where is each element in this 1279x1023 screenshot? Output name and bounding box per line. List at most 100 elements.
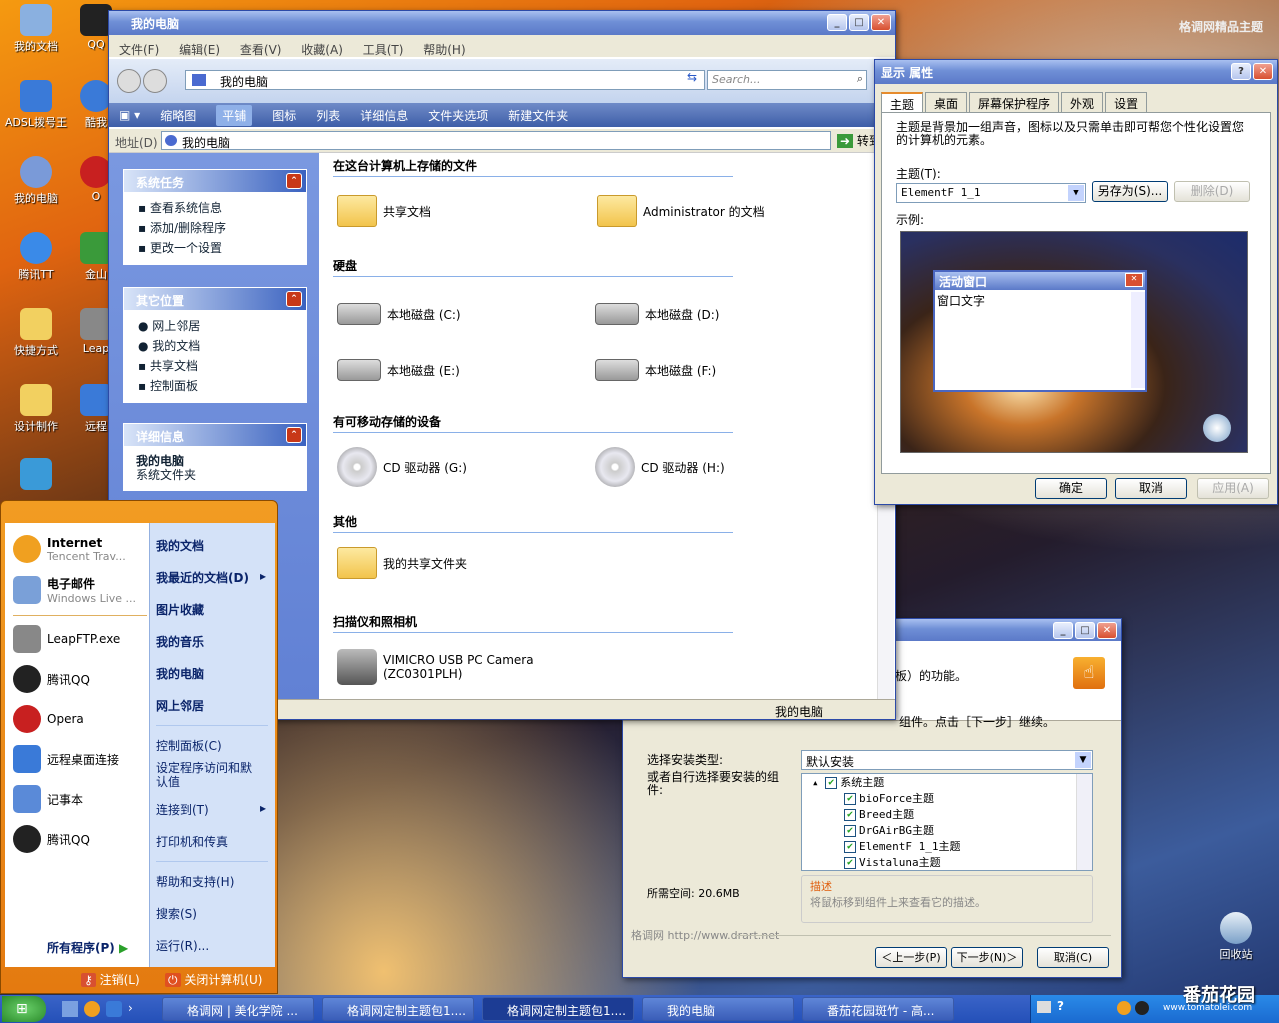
- save-as-button[interactable]: 另存为(S)...: [1092, 181, 1168, 202]
- tree-item[interactable]: ✔ DrGAirBG主题: [812, 823, 1092, 839]
- search-input[interactable]: Search... ⌕: [707, 70, 867, 90]
- recent-opera[interactable]: Opera: [13, 705, 84, 733]
- install-type-select[interactable]: 默认安装 ▼: [801, 750, 1093, 770]
- maximize-button[interactable]: □: [849, 14, 869, 31]
- sm-help[interactable]: 帮助和支持(H): [156, 873, 234, 890]
- menu-tools[interactable]: 工具(T): [363, 43, 404, 57]
- menu-file[interactable]: 文件(F): [119, 43, 159, 57]
- component-tree[interactable]: ▴ ✔ 系统主题 ✔ bioForce主题 ✔ Breed主题 ✔ DrGAirBG主题…: [801, 773, 1093, 871]
- desktop-icon-recycle-bin[interactable]: 回收站: [1200, 912, 1272, 962]
- checkbox-icon[interactable]: ✔: [844, 825, 856, 837]
- browser-icon[interactable]: [84, 1001, 100, 1017]
- pinned-email[interactable]: 电子邮件 Windows Live ...: [13, 575, 136, 605]
- toolbar-details[interactable]: 详细信息: [360, 107, 408, 124]
- recent-qq[interactable]: 腾讯QQ: [13, 665, 90, 693]
- item-camera[interactable]: VIMICRO USB PC Camera (ZC0301PLH): [337, 649, 534, 685]
- shield-icon[interactable]: [106, 1001, 122, 1017]
- tree-item[interactable]: ✔ ElementF 1_1主题: [812, 839, 1092, 855]
- collapse-icon[interactable]: ⌃: [286, 173, 302, 189]
- pinned-internet[interactable]: Internet Tencent Trav...: [13, 535, 126, 563]
- checkbox-icon[interactable]: ✔: [844, 857, 856, 869]
- desktop-icon-adsl[interactable]: ADSL拨号王: [0, 80, 72, 130]
- shutdown-button[interactable]: ⏻ 关闭计算机(U): [165, 971, 262, 988]
- menu-edit[interactable]: 编辑(E): [179, 43, 220, 57]
- theme-select[interactable]: ElementF 1_1 ▼: [896, 183, 1086, 203]
- back-button[interactable]: ＜上一步(P): [875, 947, 947, 968]
- taskbar-button-1[interactable]: 格调网 | 美化学院 ...: [162, 997, 314, 1021]
- toolbar-tiles[interactable]: 平铺: [216, 104, 253, 126]
- recent-remote-desktop[interactable]: 远程桌面连接: [13, 745, 119, 773]
- sm-my-documents[interactable]: 我的文档: [156, 537, 204, 554]
- help-button[interactable]: ?: [1231, 63, 1251, 80]
- task-change-setting[interactable]: ▪ 更改一个设置: [138, 238, 306, 258]
- place-control-panel[interactable]: ▪ 控制面板: [138, 376, 306, 396]
- collapse-icon[interactable]: ⌃: [286, 427, 302, 443]
- recent-leapftp[interactable]: LeapFTP.exe: [13, 625, 120, 653]
- chevron-right-icon[interactable]: ›: [128, 1001, 133, 1017]
- taskbar-button-4[interactable]: 我的电脑: [642, 997, 794, 1021]
- toolbar-new-folder[interactable]: 新建文件夹: [508, 107, 568, 124]
- item-cd-g[interactable]: CD 驱动器 (G:): [337, 447, 467, 487]
- minimize-button[interactable]: _: [1053, 622, 1073, 639]
- sm-recent-documents[interactable]: 我最近的文档(D) ▸: [156, 569, 266, 586]
- item-disk-d[interactable]: 本地磁盘 (D:): [595, 303, 719, 325]
- desktop-icon-my-documents[interactable]: 我的文档: [0, 4, 72, 54]
- sm-program-access[interactable]: 设定程序访问和默认值: [156, 761, 260, 789]
- logoff-button[interactable]: ⚷ 注销(L): [81, 971, 140, 988]
- tree-item[interactable]: ✔ Vistaluna主题: [812, 855, 1092, 871]
- recent-notepad[interactable]: 记事本: [13, 785, 83, 813]
- toolbar-list[interactable]: 列表: [316, 107, 340, 124]
- sm-pictures[interactable]: 图片收藏: [156, 601, 204, 618]
- task-view-system-info[interactable]: ▪ 查看系统信息: [138, 198, 306, 218]
- desktop-icon-my-computer[interactable]: 我的电脑: [0, 156, 72, 206]
- start-button[interactable]: ⊞: [2, 996, 46, 1022]
- installer-cancel-button[interactable]: 取消(C): [1037, 947, 1109, 968]
- address-input[interactable]: 我的电脑: [161, 131, 831, 150]
- close-button[interactable]: ✕: [871, 14, 891, 31]
- forward-arrow-icon[interactable]: [143, 69, 167, 93]
- sm-music[interactable]: 我的音乐: [156, 633, 204, 650]
- details-header[interactable]: 详细信息 ⌃: [124, 424, 306, 446]
- taskbar-button-2[interactable]: 格调网定制主题包1....: [322, 997, 474, 1021]
- item-disk-c[interactable]: 本地磁盘 (C:): [337, 303, 461, 325]
- sm-search[interactable]: 搜索(S): [156, 905, 197, 922]
- show-desktop-icon[interactable]: [62, 1001, 78, 1017]
- toolbar-folder-options[interactable]: 文件夹选项: [428, 107, 488, 124]
- view-menu-icon[interactable]: ▣ ▾: [119, 108, 140, 122]
- sm-control-panel[interactable]: 控制面板(C): [156, 737, 222, 754]
- item-shared-docs[interactable]: 共享文档: [337, 195, 431, 227]
- all-programs[interactable]: 所有程序(P) ▶: [47, 939, 128, 956]
- tree-item[interactable]: ✔ bioForce主题: [812, 791, 1092, 807]
- other-places-header[interactable]: 其它位置 ⌃: [124, 288, 306, 310]
- tree-scrollbar[interactable]: [1076, 774, 1092, 870]
- toolbar-icons[interactable]: 图标: [272, 107, 296, 124]
- checkbox-icon[interactable]: ✔: [844, 841, 856, 853]
- menu-favorites[interactable]: 收藏(A): [301, 43, 343, 57]
- breadcrumb[interactable]: 我的电脑: [185, 70, 705, 90]
- checkbox-icon[interactable]: ✔: [844, 793, 856, 805]
- menu-view[interactable]: 查看(V): [240, 43, 282, 57]
- tree-root[interactable]: ▴ ✔ 系统主题: [812, 775, 1092, 791]
- penguin-icon[interactable]: [1135, 1001, 1149, 1015]
- next-button[interactable]: 下一步(N)＞: [951, 947, 1023, 968]
- browser-icon[interactable]: [1117, 1001, 1131, 1015]
- place-network[interactable]: ● 网上邻居: [138, 316, 306, 336]
- collapse-icon[interactable]: ⌃: [286, 291, 302, 307]
- back-arrow-icon[interactable]: [117, 69, 141, 93]
- item-disk-e[interactable]: 本地磁盘 (E:): [337, 359, 460, 381]
- tree-item[interactable]: ✔ Breed主题: [812, 807, 1092, 823]
- checkbox-icon[interactable]: ✔: [844, 809, 856, 821]
- recent-qq-2[interactable]: 腾讯QQ: [13, 825, 90, 853]
- sm-network[interactable]: 网上邻居: [156, 697, 204, 714]
- refresh-icon[interactable]: ⇆: [681, 70, 703, 90]
- place-shared-docs[interactable]: ▪ 共享文档: [138, 356, 306, 376]
- checkbox-icon[interactable]: ✔: [825, 777, 838, 789]
- sm-connect-to[interactable]: 连接到(T) ▸: [156, 801, 266, 818]
- taskbar-button-3[interactable]: 格调网定制主题包1....: [482, 997, 634, 1021]
- place-my-documents[interactable]: ● 我的文档: [138, 336, 306, 356]
- search-icon[interactable]: ⌕: [857, 72, 863, 86]
- system-tasks-header[interactable]: 系统任务 ⌃: [124, 170, 306, 192]
- item-admin-docs[interactable]: Administrator 的文档: [597, 195, 765, 227]
- sm-run[interactable]: 运行(R)...: [156, 937, 209, 954]
- menu-help[interactable]: 帮助(H): [423, 43, 465, 57]
